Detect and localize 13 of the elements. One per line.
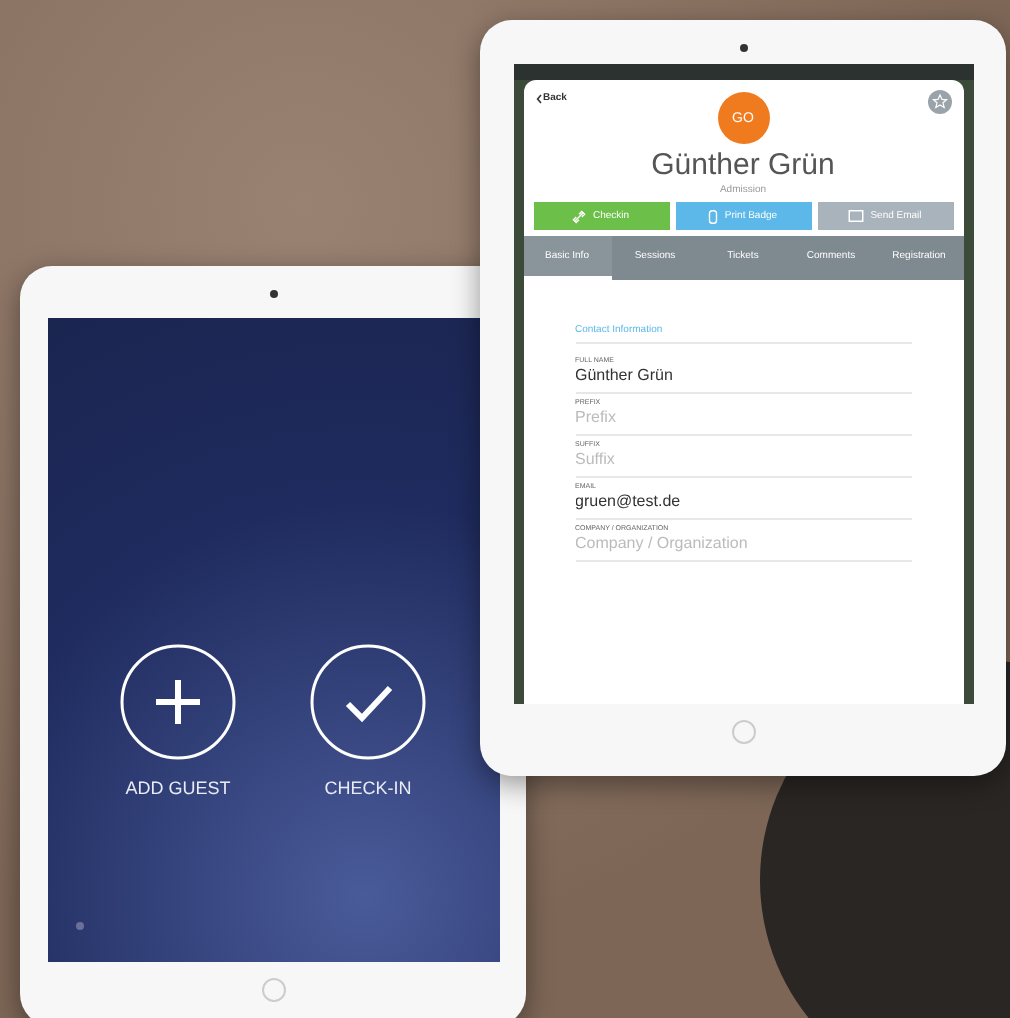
mail-icon <box>848 210 865 222</box>
checkmark-icon <box>308 642 428 762</box>
page-dot <box>75 922 83 930</box>
chevron-icon <box>535 93 541 103</box>
star-icon[interactable] <box>927 90 951 114</box>
link-icon <box>572 209 587 223</box>
guest-name: Günther Grün <box>651 148 835 182</box>
plus-icon <box>118 642 238 762</box>
action-button[interactable]: ADD GUEST <box>118 642 238 798</box>
camera-icon <box>739 44 747 52</box>
camera-icon <box>269 290 277 298</box>
action-button[interactable]: CHECK-IN <box>308 642 428 798</box>
badge-icon <box>708 209 719 223</box>
